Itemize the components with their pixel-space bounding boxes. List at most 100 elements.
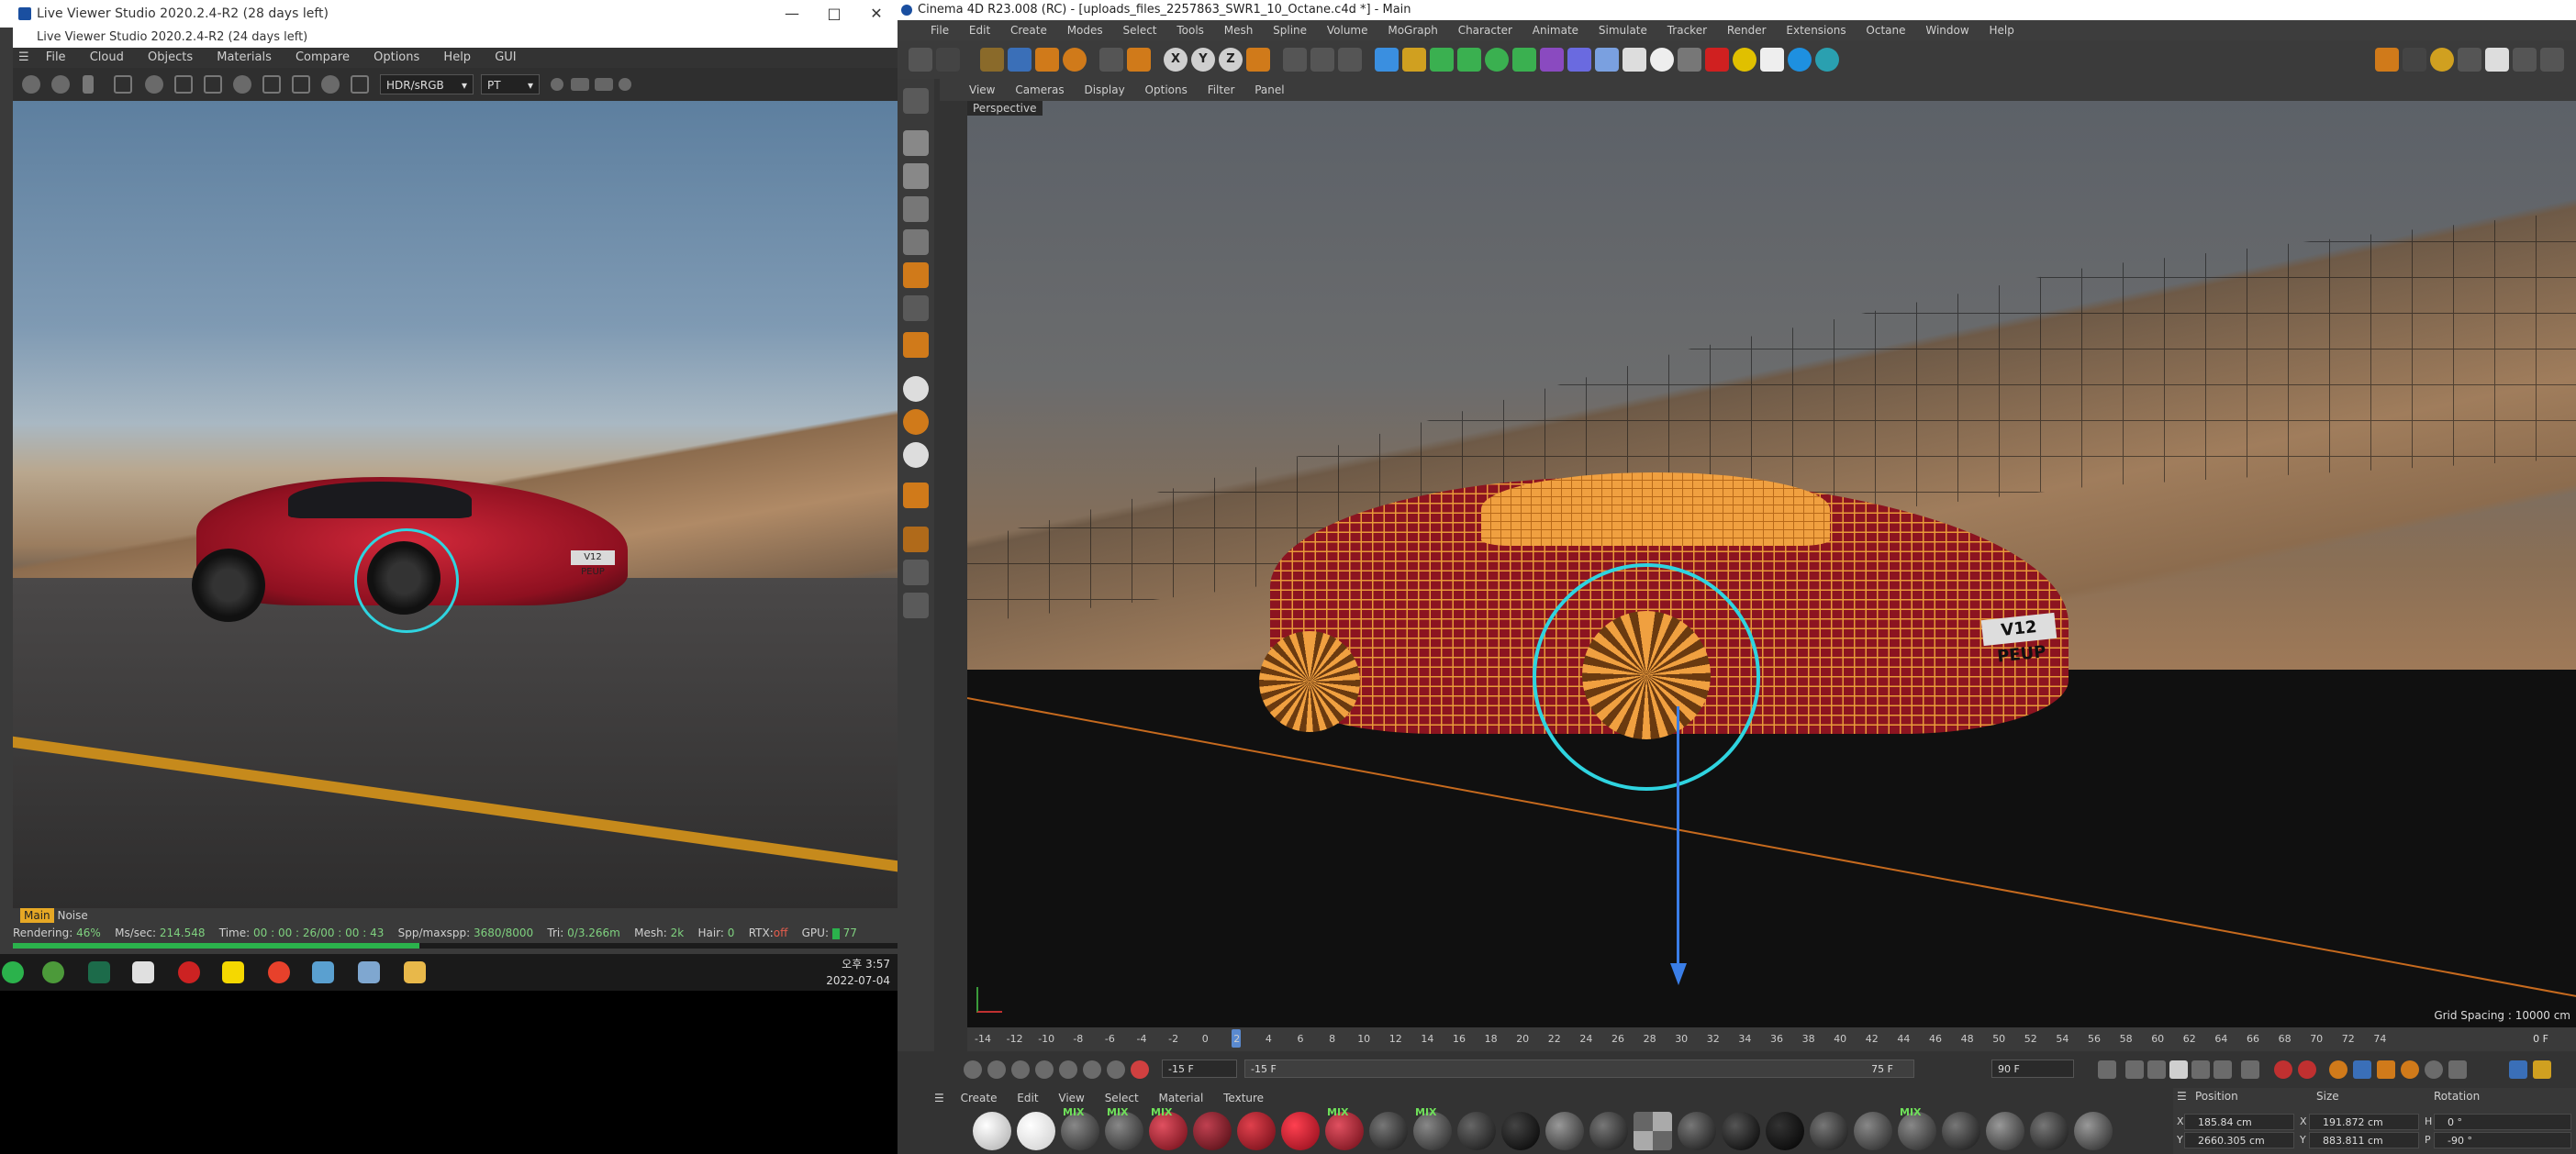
lock-icon[interactable] (204, 75, 222, 94)
size-x-field[interactable]: 191.872 cm (2309, 1114, 2419, 1130)
viewport-menu-panel[interactable]: Panel (1255, 83, 1284, 96)
maximize-icon[interactable]: □ (813, 0, 855, 28)
redo-icon[interactable] (936, 48, 960, 72)
edges-mode-icon[interactable] (903, 229, 929, 255)
edit-layout-icon[interactable] (2485, 48, 2509, 72)
key-rotation-toggle-icon[interactable] (2401, 1060, 2419, 1079)
console-icon[interactable] (2513, 48, 2537, 72)
camera-object-icon[interactable] (1623, 48, 1646, 72)
viewport-menu-filter[interactable]: Filter (1208, 83, 1235, 96)
material-swatch[interactable] (1369, 1112, 1408, 1150)
material-swatch[interactable] (1281, 1112, 1320, 1150)
material-swatch[interactable] (1722, 1112, 1760, 1150)
colorspace-dropdown[interactable]: HDR/sRGB ▾ (380, 74, 474, 94)
app-cube-icon[interactable] (312, 961, 334, 983)
goto-end-icon[interactable] (2241, 1060, 2259, 1079)
deformer-icon[interactable] (1540, 48, 1564, 72)
x-axis-lock-button[interactable]: X (1164, 48, 1188, 72)
menu-edit[interactable]: Edit (969, 24, 990, 37)
cube-primitive-icon[interactable] (1375, 48, 1399, 72)
viewport-menu-cameras[interactable]: Cameras (1015, 83, 1064, 96)
rotation-h-field[interactable]: 0 ° (2434, 1114, 2571, 1130)
channel-main-tab[interactable]: Main (20, 908, 54, 923)
menu-mesh[interactable]: Mesh (1224, 24, 1254, 37)
settings-gear-icon[interactable] (145, 75, 163, 94)
hamburger-icon[interactable]: ☰ (934, 1092, 944, 1104)
app-play-icon[interactable] (132, 961, 154, 983)
render-view-icon[interactable] (1283, 48, 1307, 72)
tweak-mode-icon[interactable] (2403, 48, 2426, 72)
menu-character[interactable]: Character (1458, 24, 1512, 37)
octane-daylight-icon[interactable] (1733, 48, 1756, 72)
material-menu-select[interactable]: Select (1105, 1092, 1139, 1104)
material-swatch[interactable] (2030, 1112, 2069, 1150)
material-swatch[interactable] (1589, 1112, 1628, 1150)
key-record-icon[interactable] (964, 1060, 982, 1079)
undo-icon[interactable] (909, 48, 932, 72)
locked-workplane-icon[interactable] (903, 560, 929, 585)
viewport-menu-view[interactable]: View (969, 83, 995, 96)
model-mode-icon[interactable] (903, 130, 929, 156)
octane-hdri-icon[interactable] (1788, 48, 1812, 72)
taskbar-clock[interactable]: 오후 3:57 2022-07-04 (817, 956, 890, 989)
minimize-icon[interactable]: — (771, 0, 813, 28)
material-swatch[interactable] (1986, 1112, 2024, 1150)
key-parameter-toggle-icon[interactable] (2425, 1060, 2443, 1079)
layout-icon[interactable] (2375, 48, 2399, 72)
viewport-menu-display[interactable]: Display (1084, 83, 1124, 96)
y-axis-lock-button[interactable]: Y (1191, 48, 1215, 72)
menu-mograph[interactable]: MoGraph (1388, 24, 1438, 37)
cloner-icon[interactable] (1485, 48, 1509, 72)
render-preview[interactable]: V12 PEUP (13, 101, 898, 908)
coordinate-system-icon[interactable] (1127, 48, 1151, 72)
material-swatch[interactable] (1501, 1112, 1540, 1150)
position-x-field[interactable]: 185.84 cm (2184, 1114, 2294, 1130)
menu-cloud[interactable]: Cloud (90, 50, 124, 64)
app-leaf-icon[interactable] (42, 961, 64, 983)
app-green-icon[interactable] (2, 961, 24, 983)
z-axis-lock-button[interactable]: Z (1219, 48, 1243, 72)
material-menu-create[interactable]: Create (961, 1092, 998, 1104)
planar-workplane-icon[interactable] (903, 593, 929, 618)
record-active-icon[interactable] (2274, 1060, 2292, 1079)
key-rotate-icon[interactable] (1035, 1060, 1054, 1079)
key-scale-icon[interactable] (1011, 1060, 1030, 1079)
app-k-icon[interactable] (88, 961, 110, 983)
material-swatch[interactable] (1457, 1112, 1496, 1150)
material-swatch[interactable] (1810, 1112, 1848, 1150)
texture-mode-icon[interactable] (903, 163, 929, 189)
recycle-icon[interactable] (2430, 48, 2454, 72)
menu-help[interactable]: Help (443, 50, 471, 64)
menu-volume[interactable]: Volume (1327, 24, 1368, 37)
mograph-effector-icon[interactable] (1512, 48, 1536, 72)
workplane-icon[interactable] (903, 332, 929, 358)
material-swatch[interactable] (1854, 1112, 1892, 1150)
floor-icon[interactable] (1595, 48, 1619, 72)
menu-help[interactable]: Help (1990, 24, 2014, 37)
uv-mode-icon[interactable] (903, 295, 929, 321)
key-selection-icon[interactable] (2329, 1060, 2347, 1079)
app-chrome-icon[interactable] (268, 961, 290, 983)
pause-render-icon[interactable] (83, 75, 94, 94)
play-icon[interactable] (2169, 1060, 2188, 1079)
menu-modes[interactable]: Modes (1067, 24, 1103, 37)
material-menu-material[interactable]: Material (1159, 1092, 1204, 1104)
frame-range-slider[interactable]: -15 F 75 F (1244, 1060, 1914, 1078)
menu-animate[interactable]: Animate (1533, 24, 1578, 37)
menu-window[interactable]: Window (1925, 24, 1968, 37)
app-record-icon[interactable] (178, 961, 200, 983)
menu-octane[interactable]: Octane (1866, 24, 1905, 37)
material-menu-texture[interactable]: Texture (1223, 1092, 1264, 1104)
pick-material-icon[interactable] (262, 75, 281, 94)
close-icon[interactable]: ✕ (855, 0, 898, 28)
next-key-icon[interactable] (2214, 1060, 2232, 1079)
key-pla-icon[interactable] (1083, 1060, 1101, 1079)
menu-simulate[interactable]: Simulate (1599, 24, 1647, 37)
material-swatch[interactable] (1545, 1112, 1584, 1150)
menu-materials[interactable]: Materials (217, 50, 272, 64)
app-folder-icon[interactable] (404, 961, 426, 983)
rotation-p-field[interactable]: -90 ° (2434, 1132, 2571, 1148)
material-swatch[interactable] (973, 1112, 1011, 1150)
material-swatch[interactable] (1237, 1112, 1276, 1150)
material-swatch[interactable] (1634, 1112, 1672, 1150)
